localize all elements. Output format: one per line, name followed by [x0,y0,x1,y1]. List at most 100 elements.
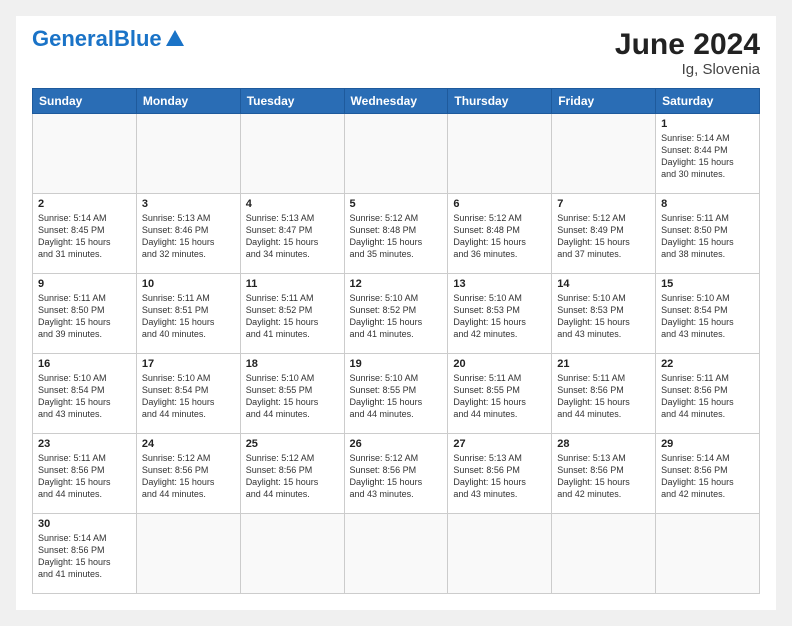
calendar-cell [448,514,552,594]
calendar-cell [33,114,137,194]
day-info: Sunrise: 5:10 AM Sunset: 8:55 PM Dayligh… [350,372,443,421]
calendar-cell: 27 Sunrise: 5:13 AM Sunset: 8:56 PM Dayli… [448,434,552,514]
weekday-header-thursday: Thursday [448,89,552,114]
weekday-header-sunday: Sunday [33,89,137,114]
calendar-cell: 19Sunrise: 5:10 AM Sunset: 8:55 PM Dayli… [344,354,448,434]
weekday-row: SundayMondayTuesdayWednesdayThursdayFrid… [33,89,760,114]
calendar-cell: 17 Sunrise: 5:10 AM Sunset: 8:54 PM Dayli… [136,354,240,434]
calendar-week-4: 16 Sunrise: 5:10 AM Sunset: 8:54 PM Dayli… [33,354,760,434]
day-info: Sunrise: 5:11 AM Sunset: 8:56 PM Dayligh… [38,452,131,501]
calendar-cell: 5 Sunrise: 5:12 AM Sunset: 8:48 PM Daylig… [344,194,448,274]
day-info: Sunrise: 5:11 AM Sunset: 8:56 PM Dayligh… [661,372,754,421]
weekday-header-saturday: Saturday [656,89,760,114]
day-info: Sunrise: 5:13 AM Sunset: 8:56 PM Dayligh… [453,452,546,501]
day-number: 6 [453,198,546,210]
calendar-cell: 2 Sunrise: 5:14 AM Sunset: 8:45 PM Daylig… [33,194,137,274]
calendar-cell [240,114,344,194]
calendar-cell [448,114,552,194]
calendar-week-6: 30Sunrise: 5:14 AM Sunset: 8:56 PM Dayli… [33,514,760,594]
calendar-cell [136,514,240,594]
day-number: 8 [661,198,754,210]
day-number: 29 [661,438,754,450]
day-info: Sunrise: 5:10 AM Sunset: 8:54 PM Dayligh… [38,372,131,421]
day-info: Sunrise: 5:12 AM Sunset: 8:48 PM Dayligh… [350,212,443,261]
calendar-cell: 25 Sunrise: 5:12 AM Sunset: 8:56 PM Dayli… [240,434,344,514]
day-number: 1 [661,118,754,130]
calendar-cell: 15 Sunrise: 5:10 AM Sunset: 8:54 PM Dayli… [656,274,760,354]
calendar-cell: 30Sunrise: 5:14 AM Sunset: 8:56 PM Dayli… [33,514,137,594]
day-info: Sunrise: 5:12 AM Sunset: 8:56 PM Dayligh… [142,452,235,501]
calendar-cell: 3 Sunrise: 5:13 AM Sunset: 8:46 PM Daylig… [136,194,240,274]
day-info: Sunrise: 5:10 AM Sunset: 8:54 PM Dayligh… [661,292,754,341]
calendar-cell: 1Sunrise: 5:14 AM Sunset: 8:44 PM Daylig… [656,114,760,194]
calendar-cell [344,114,448,194]
calendar-cell: 14Sunrise: 5:10 AM Sunset: 8:53 PM Dayli… [552,274,656,354]
day-info: Sunrise: 5:10 AM Sunset: 8:55 PM Dayligh… [246,372,339,421]
calendar-cell: 21 Sunrise: 5:11 AM Sunset: 8:56 PM Dayli… [552,354,656,434]
day-number: 20 [453,358,546,370]
calendar-cell [656,514,760,594]
calendar-week-5: 23 Sunrise: 5:11 AM Sunset: 8:56 PM Dayli… [33,434,760,514]
day-number: 3 [142,198,235,210]
day-number: 23 [38,438,131,450]
day-number: 16 [38,358,131,370]
day-info: Sunrise: 5:13 AM Sunset: 8:47 PM Dayligh… [246,212,339,261]
day-info: Sunrise: 5:10 AM Sunset: 8:53 PM Dayligh… [557,292,650,341]
calendar-table: SundayMondayTuesdayWednesdayThursdayFrid… [32,88,760,594]
day-info: Sunrise: 5:12 AM Sunset: 8:49 PM Dayligh… [557,212,650,261]
calendar-cell: 11Sunrise: 5:11 AM Sunset: 8:52 PM Dayli… [240,274,344,354]
day-number: 22 [661,358,754,370]
day-number: 30 [38,518,131,530]
day-number: 27 [453,438,546,450]
calendar-cell: 18 Sunrise: 5:10 AM Sunset: 8:55 PM Dayli… [240,354,344,434]
calendar-cell: 10 Sunrise: 5:11 AM Sunset: 8:51 PM Dayli… [136,274,240,354]
day-info: Sunrise: 5:10 AM Sunset: 8:54 PM Dayligh… [142,372,235,421]
day-number: 28 [557,438,650,450]
day-number: 21 [557,358,650,370]
day-number: 18 [246,358,339,370]
day-info: Sunrise: 5:12 AM Sunset: 8:56 PM Dayligh… [350,452,443,501]
calendar-week-3: 9Sunrise: 5:11 AM Sunset: 8:50 PM Daylig… [33,274,760,354]
calendar-week-1: 1Sunrise: 5:14 AM Sunset: 8:44 PM Daylig… [33,114,760,194]
day-number: 17 [142,358,235,370]
day-number: 4 [246,198,339,210]
day-info: Sunrise: 5:14 AM Sunset: 8:45 PM Dayligh… [38,212,131,261]
calendar-cell: 16 Sunrise: 5:10 AM Sunset: 8:54 PM Dayli… [33,354,137,434]
day-info: Sunrise: 5:11 AM Sunset: 8:50 PM Dayligh… [38,292,131,341]
calendar-cell [136,114,240,194]
day-info: Sunrise: 5:13 AM Sunset: 8:46 PM Dayligh… [142,212,235,261]
month-title: June 2024 [615,28,760,61]
main-container: GeneralBlue June 2024 Ig, Slovenia Sunda… [16,16,776,610]
day-number: 25 [246,438,339,450]
logo-blue: Blue [114,26,162,51]
day-info: Sunrise: 5:11 AM Sunset: 8:51 PM Dayligh… [142,292,235,341]
calendar-cell [240,514,344,594]
location: Ig, Slovenia [615,61,760,78]
weekday-header-monday: Monday [136,89,240,114]
calendar-cell: 22 Sunrise: 5:11 AM Sunset: 8:56 PM Dayli… [656,354,760,434]
day-info: Sunrise: 5:11 AM Sunset: 8:56 PM Dayligh… [557,372,650,421]
calendar-cell: 9Sunrise: 5:11 AM Sunset: 8:50 PM Daylig… [33,274,137,354]
calendar-week-2: 2 Sunrise: 5:14 AM Sunset: 8:45 PM Daylig… [33,194,760,274]
calendar-cell: 20 Sunrise: 5:11 AM Sunset: 8:55 PM Dayli… [448,354,552,434]
day-number: 7 [557,198,650,210]
logo: GeneralBlue [32,28,186,50]
calendar-cell: 28Sunrise: 5:13 AM Sunset: 8:56 PM Dayli… [552,434,656,514]
day-info: Sunrise: 5:11 AM Sunset: 8:50 PM Dayligh… [661,212,754,261]
day-info: Sunrise: 5:11 AM Sunset: 8:52 PM Dayligh… [246,292,339,341]
calendar-cell: 29 Sunrise: 5:14 AM Sunset: 8:56 PM Dayli… [656,434,760,514]
calendar-cell: 13Sunrise: 5:10 AM Sunset: 8:53 PM Dayli… [448,274,552,354]
day-number: 15 [661,278,754,290]
weekday-header-tuesday: Tuesday [240,89,344,114]
day-info: Sunrise: 5:12 AM Sunset: 8:56 PM Dayligh… [246,452,339,501]
day-number: 5 [350,198,443,210]
day-number: 2 [38,198,131,210]
day-number: 10 [142,278,235,290]
calendar-cell: 6 Sunrise: 5:12 AM Sunset: 8:48 PM Daylig… [448,194,552,274]
day-info: Sunrise: 5:12 AM Sunset: 8:48 PM Dayligh… [453,212,546,261]
day-info: Sunrise: 5:11 AM Sunset: 8:55 PM Dayligh… [453,372,546,421]
calendar-cell [552,114,656,194]
calendar-cell: 24 Sunrise: 5:12 AM Sunset: 8:56 PM Dayli… [136,434,240,514]
day-info: Sunrise: 5:14 AM Sunset: 8:56 PM Dayligh… [661,452,754,501]
day-number: 24 [142,438,235,450]
